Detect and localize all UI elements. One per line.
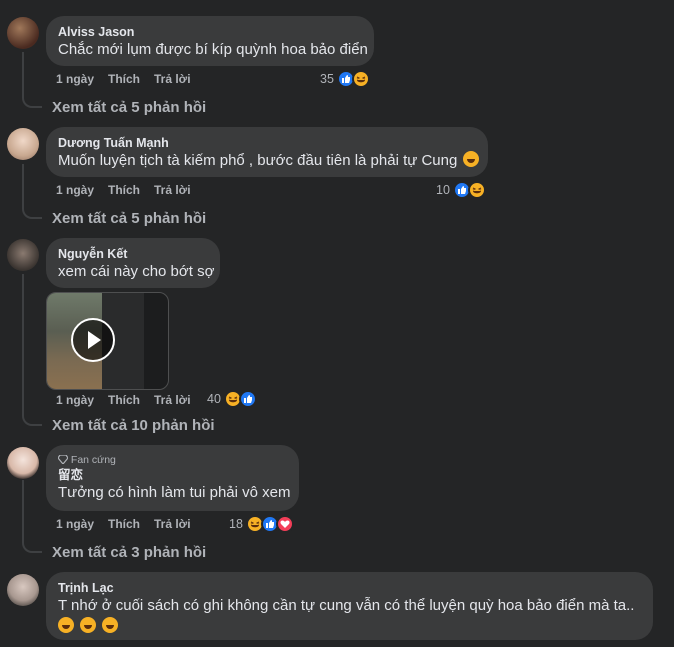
avatar[interactable] — [7, 574, 39, 606]
comment-text: Muốn luyện tịch tà kiếm phổ , bước đầu t… — [58, 152, 458, 169]
comment-time[interactable]: 1 ngày — [56, 71, 94, 87]
video-attachment[interactable] — [46, 292, 169, 390]
reaction-summary[interactable]: 40 — [207, 390, 257, 408]
view-replies-link[interactable]: Xem tất cả 5 phản hồi — [52, 209, 206, 229]
reply-button[interactable]: Trả lời — [154, 516, 191, 532]
comment-author[interactable]: Alviss Jason — [58, 24, 362, 40]
like-button[interactable]: Thích — [108, 71, 140, 87]
reply-button[interactable]: Trả lời — [154, 182, 191, 198]
like-button[interactable]: Thích — [108, 392, 140, 408]
comment-bubble: Fan cứng 留恋 Tưởng có hình làm tui phải v… — [46, 445, 299, 511]
reaction-summary[interactable]: 35 — [320, 70, 370, 88]
reaction-count: 10 — [436, 183, 450, 197]
comment-bubble: Nguyễn Kết xem cái này cho bớt sợ — [46, 238, 220, 288]
comment-author[interactable]: Nguyễn Kết — [58, 246, 208, 262]
haha-icon — [467, 181, 486, 199]
reaction-summary[interactable]: 10 — [436, 181, 486, 199]
fan-badge: Fan cứng — [57, 453, 287, 467]
like-button[interactable]: Thích — [108, 182, 140, 198]
laughing-emoji-icon — [463, 151, 480, 167]
view-replies-link[interactable]: Xem tất cả 10 phản hồi — [52, 416, 215, 436]
like-button[interactable]: Thích — [108, 516, 140, 532]
reply-button[interactable]: Trả lời — [154, 392, 191, 408]
reply-button[interactable]: Trả lời — [154, 71, 191, 87]
diamond-icon — [57, 454, 69, 465]
comment-text: Chắc mới lụm được bí kíp quỳnh hoa bảo đ… — [58, 41, 368, 58]
reaction-count: 18 — [229, 517, 243, 531]
like-icon — [238, 390, 257, 408]
avatar[interactable] — [7, 447, 39, 479]
comment-actions: 1 ngày Thích Trả lời — [56, 516, 256, 532]
comment-actions: 1 ngày Thích Trả lời — [56, 182, 256, 198]
laughing-emoji-icon — [80, 617, 97, 633]
view-replies-link[interactable]: Xem tất cả 3 phản hồi — [52, 543, 206, 563]
fan-badge-label: Fan cứng — [70, 454, 116, 466]
thread-line — [22, 480, 24, 541]
reaction-summary[interactable]: 18 — [229, 515, 294, 533]
comment-time[interactable]: 1 ngày — [56, 392, 94, 408]
love-icon — [275, 515, 294, 533]
reaction-count: 35 — [320, 72, 334, 86]
comment-bubble: Trịnh Lạc T nhớ ở cuối sách có ghi không… — [46, 572, 653, 640]
laughing-emoji-icon — [102, 617, 119, 633]
thread-connector — [22, 414, 42, 426]
thread-connector — [22, 207, 42, 219]
thread-connector — [22, 96, 42, 108]
comment-time[interactable]: 1 ngày — [56, 516, 94, 532]
comment-author[interactable]: Dương Tuấn Mạnh — [58, 135, 476, 151]
emoji-row — [58, 617, 641, 637]
avatar[interactable] — [7, 239, 39, 271]
thread-line — [22, 164, 24, 207]
thread-line — [22, 52, 24, 96]
view-replies-link[interactable]: Xem tất cả 5 phản hồi — [52, 98, 206, 118]
haha-icon — [351, 70, 370, 88]
comment-text-row: Muốn luyện tịch tà kiếm phổ , bước đầu t… — [58, 151, 480, 171]
comment-author[interactable]: 留恋 — [58, 467, 287, 483]
play-button-icon[interactable] — [71, 318, 115, 362]
reaction-count: 40 — [207, 392, 221, 406]
thread-connector — [22, 541, 42, 553]
comment-author[interactable]: Trịnh Lạc — [58, 580, 641, 596]
thread-line — [22, 274, 24, 414]
avatar[interactable] — [7, 17, 39, 49]
laughing-emoji-icon — [58, 617, 74, 633]
comment-text: T nhớ ở cuối sách có ghi không cần tự cu… — [58, 597, 635, 614]
comment-bubble: Dương Tuấn Mạnh Muốn luyện tịch tà kiếm … — [46, 127, 488, 177]
comment-bubble: Alviss Jason Chắc mới lụm được bí kíp qu… — [46, 16, 374, 66]
comment-actions: 1 ngày Thích Trả lời — [56, 71, 256, 87]
comment-text: xem cái này cho bớt sợ — [58, 263, 215, 280]
avatar[interactable] — [7, 128, 39, 160]
comment-time[interactable]: 1 ngày — [56, 182, 94, 198]
comment-text: Tưởng có hình làm tui phải vô xem — [58, 484, 291, 501]
